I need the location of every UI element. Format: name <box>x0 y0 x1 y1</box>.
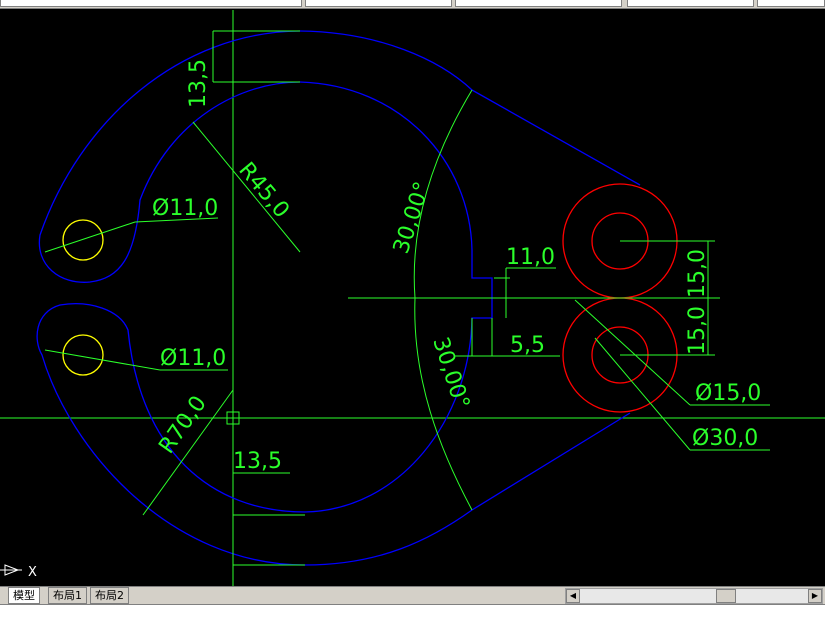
ucs-x-label: X <box>28 565 37 580</box>
layout-tab-bar: 模型 布局1 布局2 ◀ ▶ <box>0 586 825 604</box>
command-line[interactable] <box>0 604 825 624</box>
dim-spacing-15-a: 15,0 <box>685 249 710 298</box>
dim-horizontal-13-5: 13,5 <box>233 449 282 474</box>
dim-diameter-11-top: Ø11,0 <box>152 196 218 221</box>
color-dropdown[interactable] <box>305 0 452 7</box>
lineweight-dropdown[interactable] <box>627 0 754 7</box>
hole-bottom-circle <box>62 334 104 376</box>
tab-model[interactable]: 模型 <box>8 587 40 604</box>
dim-diameter-15: Ø15,0 <box>695 381 761 406</box>
top-tangent-line <box>471 89 641 186</box>
dim-vertical-13-5: 13,5 <box>186 59 211 108</box>
tab-layout1[interactable]: 布局1 <box>48 587 87 604</box>
dim-radius-70: R70,0 <box>154 391 211 458</box>
layer-dropdown[interactable] <box>0 0 302 7</box>
outer-arc-top <box>38 30 301 283</box>
inner-contour <box>36 81 493 566</box>
dim-angle-30-bottom: 30,00° <box>427 334 474 412</box>
drawing-canvas[interactable]: 13,5 R45,0 R70,0 Ø11,0 Ø11,0 13,5 30,00°… <box>0 9 825 586</box>
scroll-thumb[interactable] <box>716 589 736 603</box>
plotstyle-dropdown[interactable] <box>757 0 825 7</box>
dimension-lines <box>44 30 770 566</box>
drawing-svg: 13,5 R45,0 R70,0 Ø11,0 Ø11,0 13,5 30,00°… <box>0 10 825 586</box>
dim-diameter-30: Ø30,0 <box>692 426 758 451</box>
hole-top-circle <box>62 219 104 261</box>
dim-spacing-15-b: 15,0 <box>685 306 710 355</box>
bottom-tangent-line <box>471 412 631 511</box>
horizontal-scrollbar[interactable]: ◀ ▶ <box>565 588 823 604</box>
scroll-left-button[interactable]: ◀ <box>566 589 580 603</box>
dim-offset-5-5: 5,5 <box>510 333 545 358</box>
toolbar-strip <box>0 0 825 9</box>
scroll-right-button[interactable]: ▶ <box>808 589 822 603</box>
dim-angle-30-top: 30,00° <box>389 179 436 257</box>
linetype-dropdown[interactable] <box>455 0 622 7</box>
dim-diameter-11-bottom: Ø11,0 <box>160 346 226 371</box>
top-arc <box>299 30 473 91</box>
ucs-icon: X <box>0 564 37 580</box>
tab-layout2[interactable]: 布局2 <box>90 587 129 604</box>
dim-radius-45: R45,0 <box>233 158 293 223</box>
dim-width-11: 11,0 <box>506 245 555 270</box>
